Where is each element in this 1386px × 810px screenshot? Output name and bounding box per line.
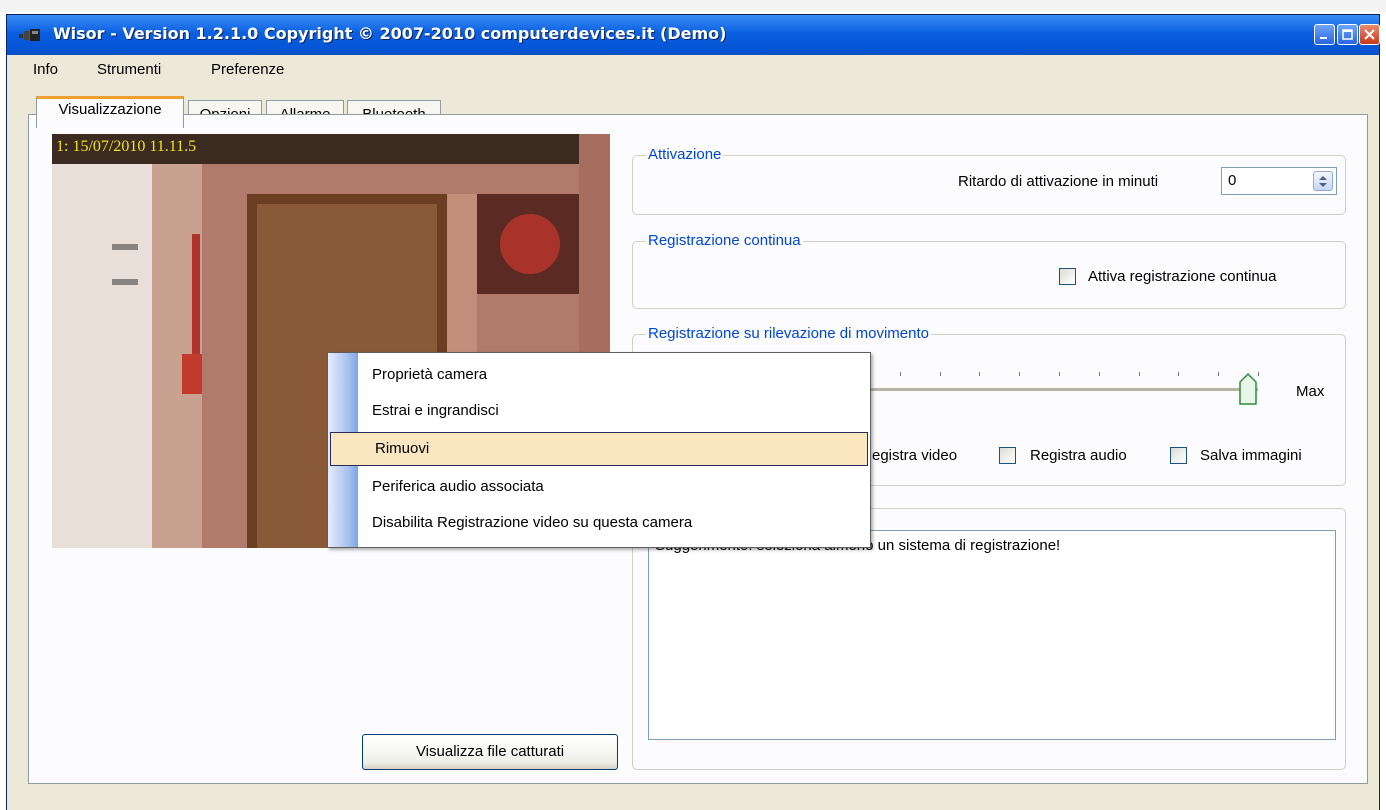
- slider-ticks: [860, 372, 1259, 376]
- continuous-recording-label: Attiva registrazione continua: [1088, 268, 1277, 285]
- slider-tick: [940, 372, 941, 376]
- menu-item-rimuovi[interactable]: Rimuovi: [330, 432, 868, 466]
- slider-track: [860, 388, 1258, 391]
- attivazione-label: Attivazione: [646, 146, 724, 163]
- menu-item-label: Estrai e ingrandisci: [372, 402, 499, 419]
- up-down-arrow-icon: [1319, 176, 1327, 187]
- save-images-checkbox[interactable]: [1170, 447, 1187, 464]
- camera-timestamp: 1: 15/07/2010 11.11.5: [56, 138, 197, 155]
- slider-tick: [1258, 372, 1259, 376]
- sensitivity-slider[interactable]: [860, 352, 1280, 412]
- slider-max-label: Max: [1296, 383, 1325, 400]
- maximize-icon: [1342, 29, 1353, 40]
- minimize-button[interactable]: [1314, 24, 1335, 45]
- slider-tick: [1099, 372, 1100, 376]
- minimize-icon: [1320, 37, 1327, 39]
- title-bar[interactable]: Wisor - Version 1.2.1.0 Copyright © 2007…: [7, 15, 1380, 55]
- slider-tick: [1019, 372, 1020, 376]
- menu-info[interactable]: Info: [33, 61, 58, 78]
- window-title: Wisor - Version 1.2.1.0 Copyright © 2007…: [53, 24, 727, 43]
- menu-bar: Info Strumenti Preferenze: [7, 55, 1379, 85]
- menu-strumenti[interactable]: Strumenti: [97, 61, 161, 78]
- menu-item-disabilita-registrazione[interactable]: Disabilita Registrazione video su questa…: [328, 507, 870, 541]
- slider-thumb: [1239, 372, 1257, 405]
- menu-item-proprieta-camera[interactable]: Proprietà camera: [328, 359, 870, 393]
- view-captured-files-button[interactable]: Visualizza file catturati: [362, 734, 618, 770]
- maximize-button[interactable]: [1337, 24, 1358, 45]
- record-audio-checkbox[interactable]: [999, 447, 1016, 464]
- delay-value: 0: [1228, 172, 1237, 189]
- spinner-arrows[interactable]: [1313, 171, 1333, 191]
- suggestion-textarea[interactable]: Suggerimento: seleziona almeno un sistem…: [648, 530, 1336, 740]
- slider-tick: [900, 372, 901, 376]
- menu-preferenze[interactable]: Preferenze: [211, 61, 284, 78]
- menu-item-label: Rimuovi: [375, 440, 430, 457]
- menu-item-label: Periferica audio associata: [372, 478, 544, 495]
- close-icon: [1364, 29, 1375, 40]
- menu-item-label: Proprietà camera: [372, 366, 488, 383]
- desktop-strip: [0, 0, 1386, 12]
- slider-tick: [979, 372, 980, 376]
- menu-item-estrai-ingrandisci[interactable]: Estrai e ingrandisci: [328, 395, 870, 429]
- slider-tick: [1218, 372, 1219, 376]
- context-menu: Proprietà camera Estrai e ingrandisci Ri…: [327, 352, 871, 548]
- registrazione-continua-label: Registrazione continua: [646, 232, 803, 249]
- menu-item-label: Disabilita Registrazione video su questa…: [372, 514, 693, 531]
- record-video-label: egistra video: [872, 447, 958, 464]
- app-icon: [19, 29, 40, 41]
- continuous-recording-checkbox[interactable]: [1059, 268, 1076, 285]
- delay-spinner[interactable]: 0: [1221, 167, 1337, 195]
- record-audio-label: Registra audio: [1030, 447, 1127, 464]
- close-button[interactable]: [1359, 24, 1380, 45]
- slider-tick: [1178, 372, 1179, 376]
- motion-detection-label: Registrazione su rilevazione di moviment…: [646, 325, 931, 342]
- tab-visualizzazione[interactable]: Visualizzazione: [36, 96, 184, 128]
- save-images-label: Salva immagini: [1200, 447, 1302, 464]
- slider-tick: [1139, 372, 1140, 376]
- delay-label: Ritardo di attivazione in minuti: [958, 173, 1159, 190]
- menu-item-periferica-audio[interactable]: Periferica audio associata: [328, 471, 870, 505]
- slider-tick: [1059, 372, 1060, 376]
